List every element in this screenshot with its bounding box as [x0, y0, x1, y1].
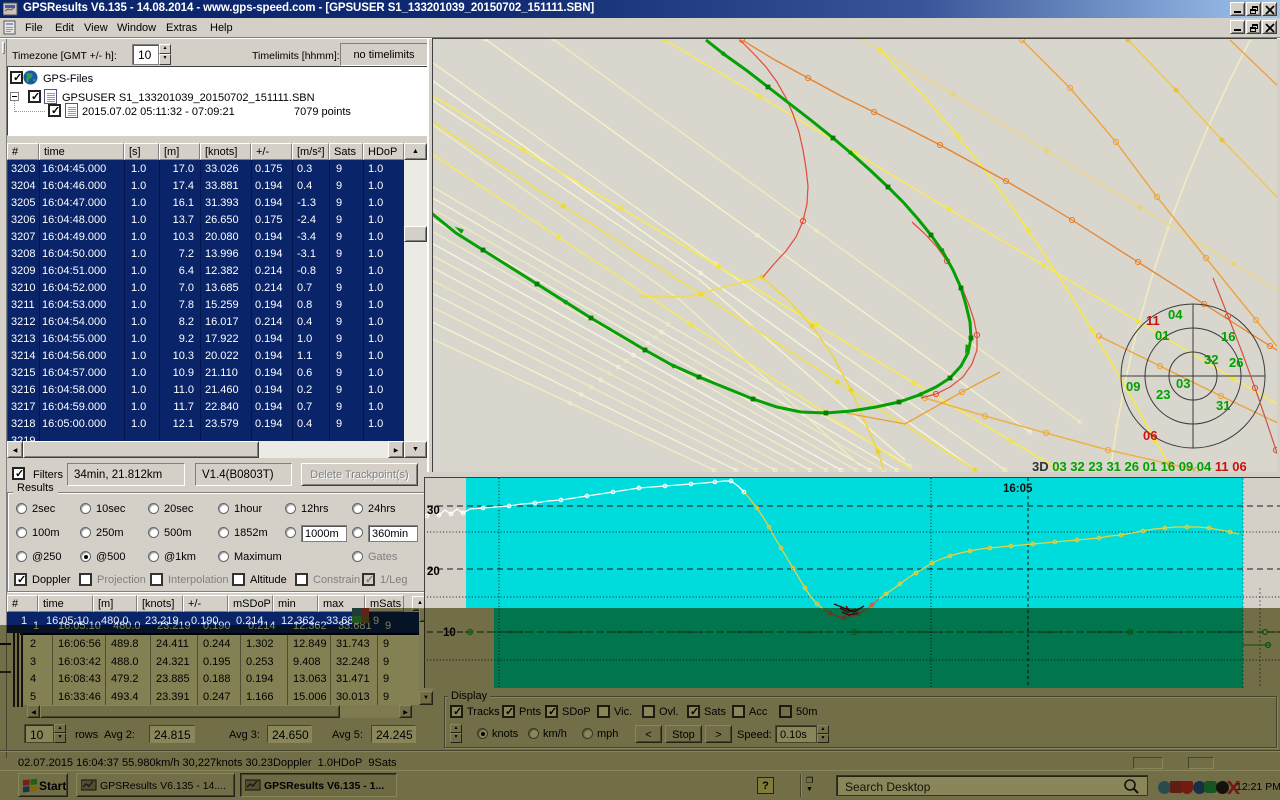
- svg-text:01: 01: [1155, 328, 1169, 343]
- svg-text:26: 26: [1229, 355, 1243, 370]
- svg-text:11: 11: [1146, 313, 1160, 328]
- svg-text:06: 06: [1143, 428, 1157, 443]
- svg-text:16:05: 16:05: [1003, 483, 1033, 495]
- svg-text:04: 04: [1168, 307, 1183, 322]
- svg-text:3D 03 32 23 31 26 01 16 09 04: 3D 03 32 23 31 26 01 16 09 04 11 06: [1032, 459, 1247, 472]
- svg-text:32: 32: [1204, 352, 1218, 367]
- svg-text:09: 09: [1126, 379, 1140, 394]
- svg-text:31: 31: [1216, 398, 1230, 413]
- svg-text:23: 23: [1156, 387, 1170, 402]
- svg-text:03: 03: [1176, 376, 1190, 391]
